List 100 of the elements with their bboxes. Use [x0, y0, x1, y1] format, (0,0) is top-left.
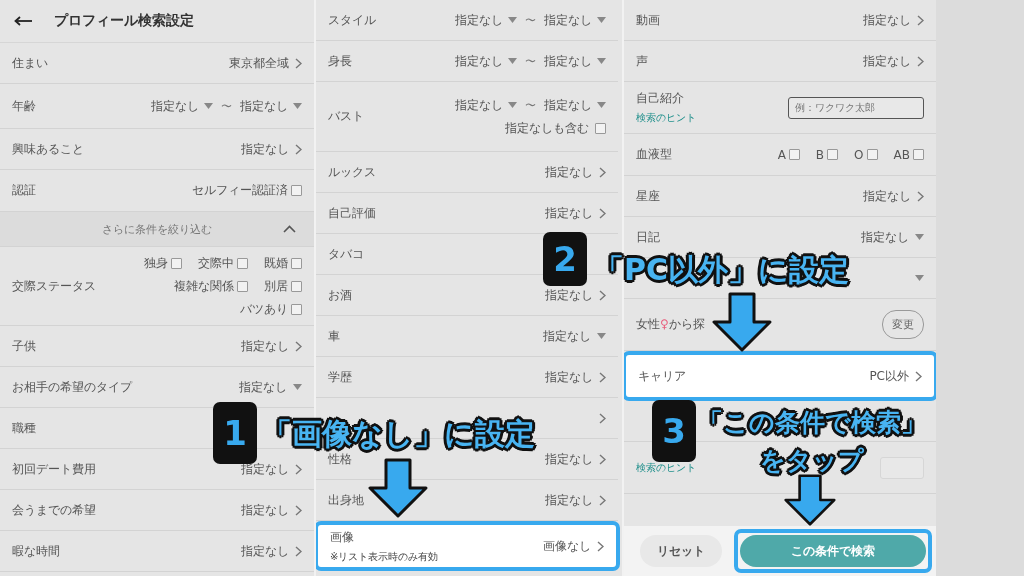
row-label: 身長 — [328, 52, 352, 70]
checkbox[interactable] — [291, 185, 302, 196]
checkbox[interactable] — [171, 257, 182, 269]
dropdown-value[interactable]: 指定なし — [239, 378, 287, 396]
dropdown-triangle-icon — [204, 103, 213, 109]
checkbox-label: AB — [893, 147, 910, 162]
checkbox-label: O — [854, 147, 864, 162]
row-value: 指定なし — [241, 542, 289, 560]
down-arrow-icon — [782, 474, 838, 526]
change-button[interactable]: 変更 — [882, 310, 924, 339]
hint-link[interactable]: 検索のヒント — [636, 111, 696, 125]
checkbox[interactable] — [237, 280, 248, 292]
dropdown-value[interactable]: 指定なし — [861, 228, 909, 246]
checkbox-label: 独身 — [144, 254, 168, 272]
annotation-text: 「この条件で検索」 — [698, 407, 926, 439]
checkbox-label: 別居 — [264, 277, 288, 295]
chevron-right-icon — [917, 55, 924, 67]
checkbox[interactable] — [291, 257, 302, 269]
row-value: PC以外 — [869, 367, 909, 385]
dropdown-value[interactable]: 指定なし — [544, 11, 592, 29]
dropdown-value[interactable]: 指定なし — [240, 97, 288, 115]
row-label: 自己評価 — [328, 204, 376, 222]
row-label: 子供 — [12, 337, 36, 355]
checkbox[interactable] — [866, 149, 878, 160]
checkbox-label: B — [815, 147, 825, 162]
dropdown-triangle-icon — [293, 384, 302, 390]
dropdown-value[interactable]: 指定なし — [544, 96, 592, 114]
chevron-right-icon — [915, 370, 922, 382]
dropdown-triangle-icon — [915, 275, 924, 281]
row-value: 指定なし — [545, 368, 593, 386]
chevron-right-icon — [599, 207, 606, 219]
row-label: ルックス — [328, 163, 376, 181]
checkbox-label: 指定なしも含む — [505, 119, 589, 137]
dropdown-value[interactable]: 指定なし — [455, 11, 503, 29]
row-label: スタイル — [328, 11, 376, 29]
step-number: 1 — [223, 413, 247, 453]
row-label: 動画 — [636, 11, 660, 29]
dropdown-value[interactable]: 指定なし — [544, 52, 592, 70]
row-label: 車 — [328, 327, 340, 345]
back-arrow-icon[interactable] — [14, 16, 32, 26]
row-label: 星座 — [636, 187, 660, 205]
hint-link[interactable]: 検索のヒント — [636, 460, 696, 475]
row-label: 暇な時間 — [12, 542, 60, 560]
chevron-right-icon — [295, 463, 302, 475]
row-label: お相手の希望のタイプ — [12, 378, 132, 396]
dropdown-triangle-icon — [915, 234, 924, 240]
section-toggle-bar[interactable]: さらに条件を絞り込む — [0, 212, 314, 247]
checkbox[interactable] — [595, 122, 606, 134]
dropdown-triangle-icon — [597, 58, 606, 64]
checkbox-label: 既婚 — [264, 254, 288, 272]
down-arrow-icon — [368, 458, 428, 518]
dropdown-value[interactable]: 指定なし — [455, 96, 503, 114]
input-field[interactable]: 例：ワクワク太郎 — [788, 96, 924, 119]
row-label: バスト — [328, 108, 364, 125]
checkbox[interactable] — [291, 303, 302, 315]
checkbox-label: 交際中 — [198, 254, 234, 272]
chevron-right-icon — [295, 340, 302, 352]
dropdown-value[interactable]: 指定なし — [151, 97, 199, 115]
range-separator: 〜 — [221, 98, 232, 114]
row-value: 指定なし — [241, 337, 289, 355]
row-label: 日記 — [636, 228, 660, 246]
chevron-right-icon — [599, 166, 606, 178]
checkbox-label: バツあり — [240, 300, 288, 318]
highlighted-row[interactable]: 画像 ※リスト表示時のみ有効 画像なし — [316, 521, 620, 571]
chevron-right-icon — [599, 371, 606, 383]
dropdown-value[interactable]: 指定なし — [543, 327, 591, 345]
annotation-text: 「画像なし」に設定 — [262, 415, 535, 453]
chevron-right-icon — [295, 504, 302, 516]
checkbox-label: A — [777, 147, 786, 162]
checkbox[interactable] — [827, 149, 839, 160]
row-label: 興味あること — [12, 140, 84, 158]
range-separator: 〜 — [525, 97, 536, 113]
down-arrow-icon — [712, 292, 772, 352]
chevron-right-icon — [295, 545, 302, 557]
dropdown-triangle-icon — [597, 102, 606, 108]
range-separator: 〜 — [525, 12, 536, 28]
step-number: 2 — [553, 239, 577, 279]
dropdown-value[interactable]: 指定なし — [455, 52, 503, 70]
checkbox[interactable] — [237, 257, 248, 269]
row-label: 認証 — [12, 182, 36, 199]
row-label: 自己紹介 — [636, 90, 685, 107]
range-separator: 〜 — [525, 53, 536, 69]
note-text: ※リスト表示時のみ有効 — [330, 549, 439, 564]
step-number: 3 — [662, 411, 686, 451]
checkbox[interactable] — [291, 280, 302, 292]
checkbox[interactable] — [788, 149, 800, 160]
row-label: 出身地 — [328, 491, 364, 509]
annotation-text: をタップ — [760, 445, 864, 477]
row-label: 学歴 — [328, 368, 352, 386]
highlighted-row[interactable]: キャリア PC以外 — [624, 351, 936, 401]
annotation-text: 「PC以外」に設定 — [594, 251, 849, 289]
dropdown-triangle-icon — [597, 17, 606, 23]
reset-button[interactable]: リセット — [640, 535, 722, 567]
screen-title: プロフィール検索設定 — [54, 12, 194, 30]
row-value: 指定なし — [863, 52, 911, 70]
dropdown-triangle-icon — [508, 102, 517, 108]
row-value: 東京都全域 — [229, 54, 289, 72]
checkbox[interactable] — [913, 149, 924, 160]
row-value: 指定なし — [545, 163, 593, 181]
row-value: 指定なし — [545, 204, 593, 222]
